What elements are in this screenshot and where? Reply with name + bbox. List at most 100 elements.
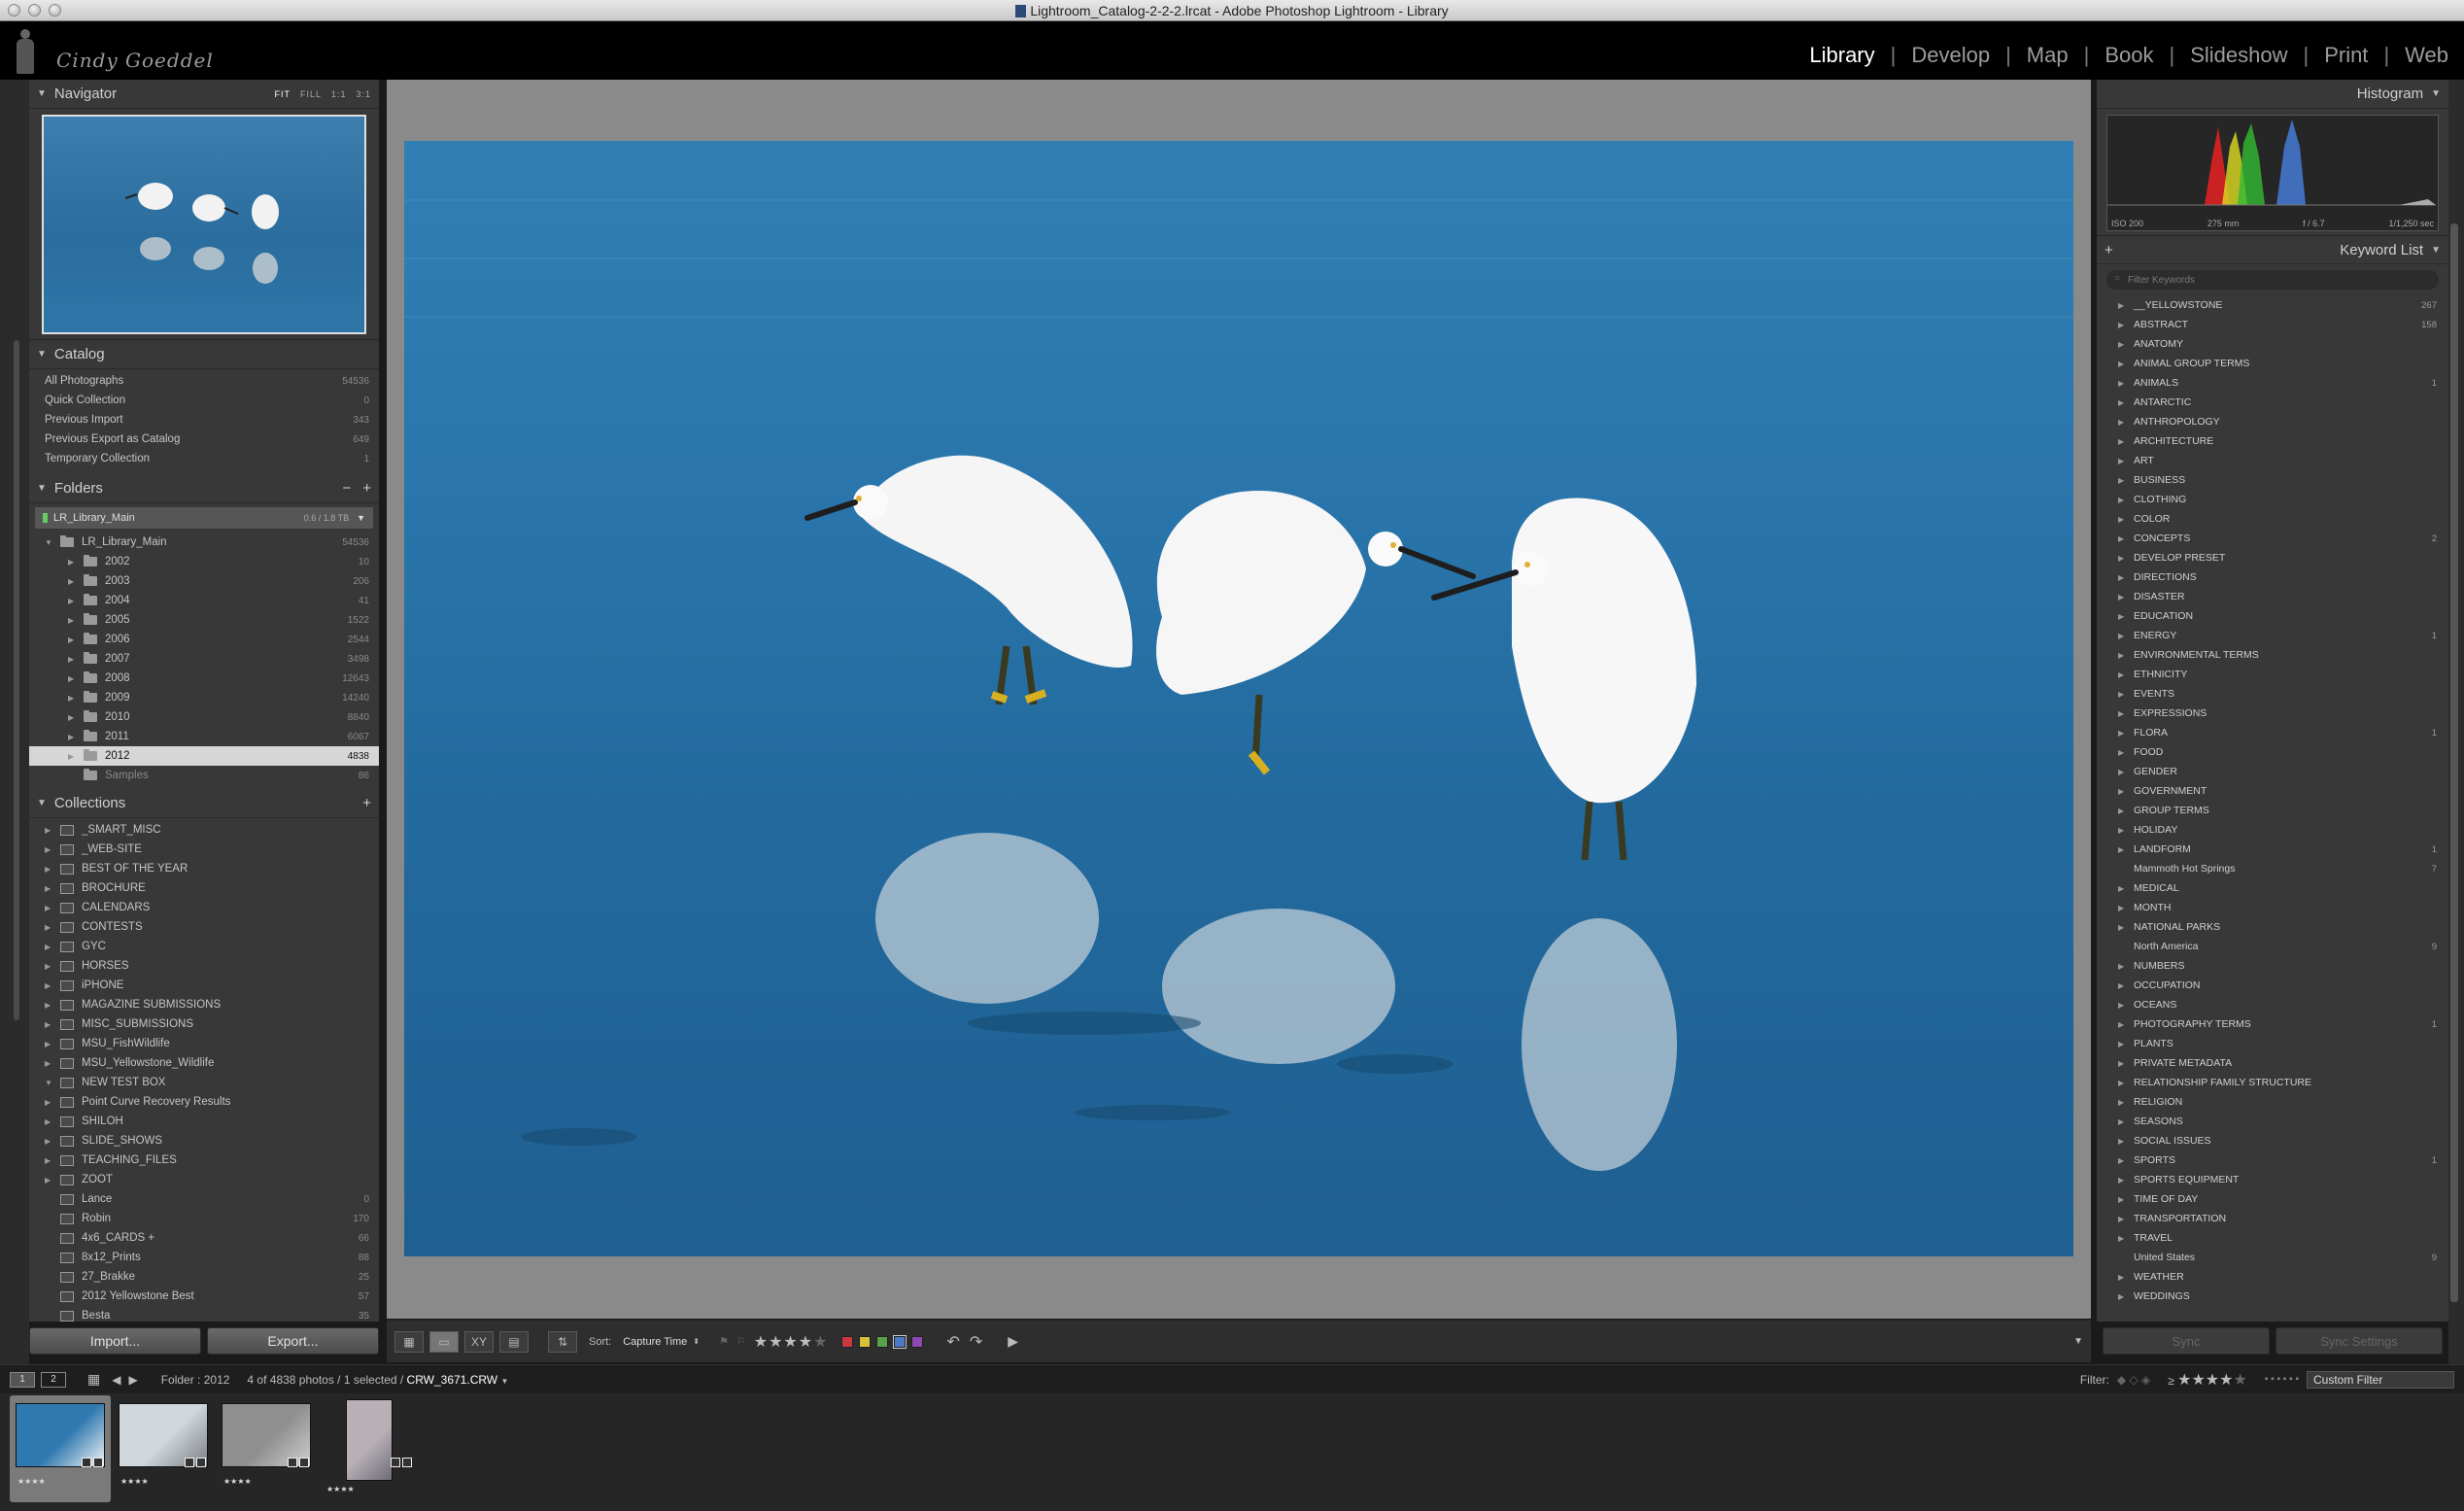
expand-triangle-icon[interactable]: ▶ bbox=[2118, 651, 2130, 660]
expand-triangle-icon[interactable]: ▶ bbox=[2118, 379, 2130, 388]
module-map[interactable]: Map bbox=[2011, 43, 2084, 68]
expand-triangle-icon[interactable]: ▶ bbox=[68, 577, 80, 586]
expand-triangle-icon[interactable]: ▶ bbox=[2118, 1234, 2130, 1243]
grid-icon[interactable]: ▦ bbox=[87, 1371, 100, 1388]
expand-triangle-icon[interactable]: ▶ bbox=[45, 845, 56, 854]
expand-triangle-icon[interactable]: ▶ bbox=[2118, 884, 2130, 893]
expand-triangle-icon[interactable]: ▶ bbox=[2118, 398, 2130, 407]
expand-triangle-icon[interactable]: ▶ bbox=[2118, 962, 2130, 971]
expand-triangle-icon[interactable]: ▶ bbox=[45, 1059, 56, 1068]
keyword-item[interactable]: ▶ PLANTS bbox=[2097, 1034, 2448, 1053]
sort-direction-button[interactable]: ⇅ bbox=[548, 1330, 577, 1353]
toolbar-content-menu-icon[interactable]: ▼ bbox=[2073, 1336, 2083, 1347]
keyword-item[interactable]: ▶ TRANSPORTATION bbox=[2097, 1209, 2448, 1228]
collection-set[interactable]: ▶ HORSES bbox=[29, 956, 379, 976]
expand-triangle-icon[interactable]: ▶ bbox=[2118, 301, 2130, 310]
keyword-item[interactable]: ▶ ABSTRACT 158 bbox=[2097, 315, 2448, 334]
collections-header[interactable]: ▼ Collections + bbox=[29, 789, 379, 818]
keyword-item[interactable]: ▶ ARCHITECTURE bbox=[2097, 431, 2448, 451]
add-collection-button[interactable]: + bbox=[362, 795, 371, 811]
add-folder-button[interactable]: + bbox=[362, 480, 371, 497]
expand-triangle-icon[interactable]: ▶ bbox=[2118, 729, 2130, 738]
expand-triangle-icon[interactable]: ▶ bbox=[2118, 787, 2130, 796]
collection-item[interactable]: Besta 35 bbox=[29, 1306, 379, 1325]
expand-triangle-icon[interactable]: ▶ bbox=[45, 981, 56, 990]
keyword-item[interactable]: ▶ GENDER bbox=[2097, 762, 2448, 781]
expand-triangle-icon[interactable]: ▶ bbox=[68, 713, 80, 722]
keyword-item[interactable]: ▶ ANIMAL GROUP TERMS bbox=[2097, 354, 2448, 373]
expand-triangle-icon[interactable]: ▶ bbox=[45, 865, 56, 874]
collection-item[interactable]: Lance 0 bbox=[29, 1189, 379, 1209]
expand-triangle-icon[interactable]: ▶ bbox=[68, 655, 80, 664]
filmstrip-thumbnail[interactable]: ★★★★ bbox=[319, 1395, 420, 1502]
keyword-item[interactable]: ▶ ENERGY 1 bbox=[2097, 626, 2448, 645]
expand-triangle-icon[interactable]: ▶ bbox=[45, 1117, 56, 1126]
expand-triangle-icon[interactable]: ▶ bbox=[2118, 593, 2130, 601]
source-breadcrumb[interactable]: Folder : 2012 bbox=[161, 1373, 230, 1387]
keyword-item[interactable]: ▶ DEVELOP PRESET bbox=[2097, 548, 2448, 567]
keyword-item[interactable]: ▶ CLOTHING bbox=[2097, 490, 2448, 509]
collection-set[interactable]: ▶ Point Curve Recovery Results bbox=[29, 1092, 379, 1112]
histogram-header[interactable]: Histogram ▼ bbox=[2097, 80, 2448, 109]
filter-rating[interactable]: ≥ ★★★★★ bbox=[2168, 1370, 2247, 1390]
keyword-item[interactable]: ▶ OCCUPATION bbox=[2097, 976, 2448, 995]
expand-triangle-icon[interactable]: ▶ bbox=[2118, 904, 2130, 912]
collection-set[interactable]: ▶ TEACHING_FILES bbox=[29, 1150, 379, 1170]
keyword-item[interactable]: ▶ ANATOMY bbox=[2097, 334, 2448, 354]
expand-triangle-icon[interactable]: ▶ bbox=[2118, 515, 2130, 524]
keyword-item[interactable]: ▶ WEATHER bbox=[2097, 1267, 2448, 1287]
loupe-view-button[interactable]: ▭ bbox=[429, 1330, 459, 1353]
keyword-item[interactable]: ▶ HOLIDAY bbox=[2097, 820, 2448, 840]
collection-set[interactable]: ▼ NEW TEST BOX bbox=[29, 1073, 379, 1092]
collection-set[interactable]: ▶ CALENDARS bbox=[29, 898, 379, 917]
expand-triangle-icon[interactable]: ▶ bbox=[45, 962, 56, 971]
keyword-item[interactable]: ▶ FOOD bbox=[2097, 742, 2448, 762]
expand-triangle-icon[interactable]: ▶ bbox=[2118, 612, 2130, 621]
survey-view-button[interactable]: ▤ bbox=[499, 1330, 529, 1353]
catalog-item[interactable]: All Photographs 54536 bbox=[29, 371, 379, 391]
keyword-item[interactable]: ▶ SPORTS EQUIPMENT bbox=[2097, 1170, 2448, 1189]
selected-filename[interactable]: CRW_3671.CRW bbox=[407, 1373, 498, 1387]
keyword-item[interactable]: ▶ TIME OF DAY bbox=[2097, 1189, 2448, 1209]
expand-triangle-icon[interactable]: ▶ bbox=[2118, 1195, 2130, 1204]
sort-select[interactable]: Capture Time bbox=[623, 1336, 687, 1348]
left-panel-scrollbar[interactable] bbox=[14, 340, 19, 1020]
primary-screen-button[interactable]: 1 bbox=[10, 1371, 35, 1388]
collection-set[interactable]: ▶ ZOOT bbox=[29, 1170, 379, 1189]
expand-triangle-icon[interactable]: ▶ bbox=[2118, 1001, 2130, 1010]
expand-triangle-icon[interactable]: ▶ bbox=[2118, 709, 2130, 718]
rotate-left-icon[interactable]: ↶ bbox=[946, 1332, 959, 1352]
right-panel-scrollbar[interactable] bbox=[2450, 223, 2458, 1302]
collection-item[interactable]: 8x12_Prints 88 bbox=[29, 1248, 379, 1267]
folder-item[interactable]: ▶ 2004 41 bbox=[29, 591, 379, 610]
compare-view-button[interactable]: XY bbox=[464, 1330, 494, 1353]
keyword-item[interactable]: ▶ ANTARCTIC bbox=[2097, 393, 2448, 412]
module-web[interactable]: Web bbox=[2389, 43, 2464, 68]
flag-pick-icon[interactable]: ⚑ bbox=[719, 1335, 729, 1348]
collection-set[interactable]: ▶ CONTESTS bbox=[29, 917, 379, 937]
expand-triangle-icon[interactable]: ▶ bbox=[2118, 670, 2130, 679]
expand-triangle-icon[interactable]: ▶ bbox=[68, 752, 80, 761]
expand-triangle-icon[interactable]: ▶ bbox=[2118, 340, 2130, 349]
zoom-fill[interactable]: FILL bbox=[300, 89, 322, 99]
folder-item[interactable]: ▶ 2008 12643 bbox=[29, 669, 379, 688]
expand-triangle-icon[interactable]: ▶ bbox=[45, 1020, 56, 1029]
collection-set[interactable]: ▶ iPHONE bbox=[29, 976, 379, 995]
keyword-item[interactable]: ▶ GROUP TERMS bbox=[2097, 801, 2448, 820]
expand-triangle-icon[interactable]: ▶ bbox=[45, 1137, 56, 1146]
expand-triangle-icon[interactable]: ▶ bbox=[2118, 768, 2130, 776]
folder-item[interactable]: ▶ 2002 10 bbox=[29, 552, 379, 571]
custom-filter-select[interactable]: Custom Filter bbox=[2307, 1370, 2454, 1389]
volume-menu-icon[interactable]: ▼ bbox=[357, 513, 365, 523]
back-arrow-icon[interactable]: ◀ bbox=[112, 1373, 120, 1387]
import-button[interactable]: Import... bbox=[29, 1327, 201, 1355]
expand-triangle-icon[interactable]: ▶ bbox=[68, 616, 80, 625]
collection-set[interactable]: ▶ MISC_SUBMISSIONS bbox=[29, 1014, 379, 1034]
expand-triangle-icon[interactable]: ▶ bbox=[2118, 437, 2130, 446]
keyword-item[interactable]: ▶ SEASONS bbox=[2097, 1112, 2448, 1131]
expand-triangle-icon[interactable]: ▶ bbox=[2118, 457, 2130, 465]
expand-triangle-icon[interactable]: ▶ bbox=[2118, 1292, 2130, 1301]
expand-triangle-icon[interactable]: ▶ bbox=[2118, 981, 2130, 990]
rating-stars[interactable]: ★★★★★ bbox=[754, 1332, 829, 1352]
keyword-item[interactable]: ▶ FLORA 1 bbox=[2097, 723, 2448, 742]
